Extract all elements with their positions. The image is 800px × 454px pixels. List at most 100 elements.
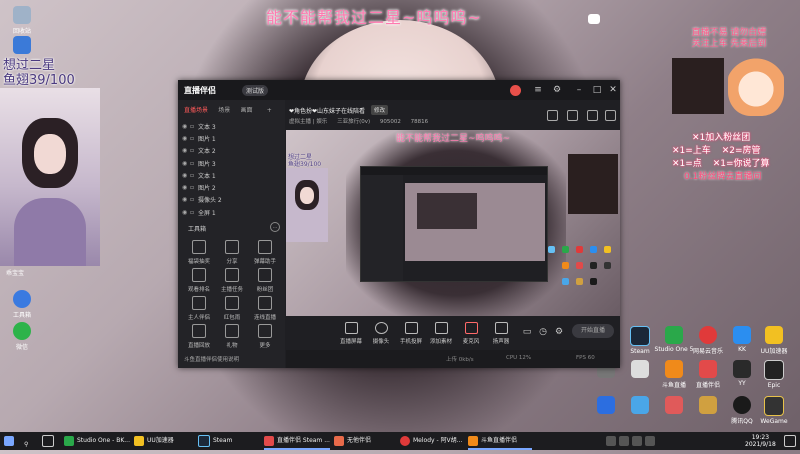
lock-icon[interactable]: ▫	[190, 172, 198, 179]
layer-item[interactable]: ◉ ▫ 图片 2	[182, 181, 222, 193]
lock-icon[interactable]: ▫	[190, 147, 198, 154]
camera-button[interactable]: 摄像头	[364, 322, 398, 345]
douyu-icon	[665, 360, 683, 378]
tool-replay[interactable]: 直播回放	[182, 324, 216, 349]
search-button[interactable]: ⚲	[24, 432, 37, 450]
layout-icon[interactable]	[567, 110, 578, 121]
eye-icon[interactable]: ◉	[182, 196, 190, 203]
tool-danmaku[interactable]: 弹幕助手	[248, 240, 282, 265]
screen-icon[interactable]	[587, 110, 598, 121]
rule-item: ✕1=点	[672, 159, 702, 169]
desktop-icon-tool[interactable]: 工具箱	[2, 290, 42, 319]
start-live-button[interactable]: 开始直播	[572, 324, 614, 338]
tray-icon	[619, 435, 629, 446]
add-source-button[interactable]: 添加素材	[424, 322, 458, 345]
eye-icon[interactable]: ◉	[182, 135, 190, 142]
tray-icon	[606, 435, 616, 446]
rule-row: ✕1=点 ✕1=你说了算	[662, 158, 792, 171]
layer-item[interactable]: ◉ ▫ 图片 3	[182, 157, 222, 169]
taskbar-item[interactable]: Steam	[198, 432, 260, 450]
layer-item[interactable]: ◉ ▫ 全屏 1	[182, 206, 222, 218]
eye-icon[interactable]: ◉	[182, 172, 190, 179]
tab-scene[interactable]: 场景	[218, 105, 230, 114]
minimize-icon[interactable]: –	[574, 85, 584, 95]
layer-item[interactable]: ◉ ▫ 文本 3	[182, 120, 222, 132]
lock-icon[interactable]: ▫	[190, 135, 198, 142]
sidebar-help-link[interactable]: 斗鱼直播伴侣使用说明	[184, 355, 239, 363]
user-avatar[interactable]	[510, 85, 521, 96]
tool-rank[interactable]: 观看排名	[182, 268, 216, 293]
microphone-button[interactable]: 麦克风	[454, 322, 488, 345]
eye-icon[interactable]: ◉	[182, 147, 190, 154]
taskbar-item[interactable]: 直播伴侣 Steam ...	[264, 432, 330, 450]
notice-line2: 关注上车 先来后到	[691, 39, 767, 49]
tray-icons[interactable]	[606, 432, 658, 450]
start-button[interactable]	[4, 432, 17, 450]
settings-icon[interactable]: ⚙	[552, 85, 562, 95]
share-screen-icon[interactable]	[605, 110, 616, 121]
add-tab-icon[interactable]: +	[267, 107, 272, 114]
speaker-button[interactable]: 扬声器	[484, 322, 518, 345]
eye-icon[interactable]: ◉	[182, 160, 190, 167]
tool-more[interactable]: 更多	[248, 324, 282, 349]
version-badge[interactable]: 测试版	[242, 85, 269, 96]
fans-icon	[258, 268, 272, 282]
epic-icon	[764, 360, 784, 380]
desktop-icon-wechat[interactable]: 微信	[2, 322, 42, 351]
toolbox-more-icon[interactable]: …	[270, 222, 280, 232]
lock-icon[interactable]: ▫	[190, 184, 198, 191]
desktop-icon-epic[interactable]: Epic	[754, 360, 794, 389]
share-icon	[225, 240, 239, 254]
close-icon[interactable]: ✕	[608, 85, 618, 95]
taskbar-item[interactable]: 斗鱼直播伴侣	[468, 432, 532, 450]
taskbar-item[interactable]: 无他伴侣	[334, 432, 396, 450]
eye-icon[interactable]: ◉	[182, 209, 190, 216]
edit-room-button[interactable]: 修改	[371, 105, 389, 115]
tool-fans[interactable]: 粉丝团	[248, 268, 282, 293]
record-icon[interactable]: ▭	[522, 327, 532, 337]
microphone-icon	[464, 322, 478, 334]
desktop-icon-recycle[interactable]: 回收站	[2, 6, 42, 35]
desktop-icon-uu[interactable]: UU加速器	[754, 326, 794, 355]
live-preview[interactable]: 能不能帮我过二星~呜呜呜~ 想过二星 鱼翅39/100	[286, 130, 620, 316]
task-view-icon	[42, 434, 54, 447]
taskbar-item[interactable]: UU加速器	[134, 432, 196, 450]
tab-live-scene[interactable]: 直播场景	[184, 105, 208, 114]
tool-gift[interactable]: 礼物	[215, 324, 249, 349]
tab-screen[interactable]: 画面	[241, 105, 253, 114]
desktop-icon-steampp[interactable]	[2, 36, 42, 56]
tool-task[interactable]: 主播任务	[215, 268, 249, 293]
tool-redpacket[interactable]: 红包雨	[215, 296, 249, 321]
eye-icon[interactable]: ◉	[182, 123, 190, 130]
layer-item[interactable]: ◉ ▫ 文本 2	[182, 145, 222, 157]
lock-icon[interactable]: ▫	[190, 209, 198, 216]
phone-cast-button[interactable]: 手机投屏	[394, 322, 428, 345]
screen-capture-button[interactable]: 直播屏幕	[334, 322, 368, 345]
lock-icon[interactable]: ▫	[190, 123, 198, 130]
gear-icon[interactable]: ⚙	[554, 327, 564, 337]
menu-icon[interactable]: ≡	[533, 85, 543, 95]
eye-icon[interactable]: ◉	[182, 184, 190, 191]
portrait-icon[interactable]	[547, 110, 558, 121]
tool-share[interactable]: 分享	[215, 240, 249, 265]
tool-partner[interactable]: 主人伴侣	[182, 296, 216, 321]
layer-item[interactable]: ◉ ▫ 文本 1	[182, 169, 222, 181]
lock-icon[interactable]: ▫	[190, 160, 198, 167]
studio-one-icon	[64, 435, 74, 446]
tool-link[interactable]: 连线直播	[248, 296, 282, 321]
yy-icon	[733, 360, 751, 378]
clock[interactable]: 19:23 2021/9/18	[745, 434, 776, 448]
tool-lucky-bag[interactable]: 福袋抽奖	[182, 240, 216, 265]
layer-item[interactable]: ◉ ▫ 图片 1	[182, 132, 222, 144]
desktop-icon-wegame[interactable]: WeGame	[754, 396, 794, 425]
lock-icon[interactable]: ▫	[190, 196, 198, 203]
taskbar-item[interactable]: Studio One - BK...	[64, 432, 134, 450]
taskbar-item[interactable]: Melody - 阿V胡...	[400, 432, 464, 450]
timer-icon[interactable]: ◷	[538, 327, 548, 337]
layer-item[interactable]: ◉ ▫ 摄像头 2	[182, 194, 222, 206]
room-category[interactable]: 虚拟主播 | 娱乐	[289, 119, 327, 125]
tray-icon	[632, 435, 642, 446]
maximize-icon[interactable]: □	[592, 85, 602, 95]
taskview-button[interactable]	[42, 432, 57, 450]
notification-button[interactable]	[784, 432, 799, 450]
